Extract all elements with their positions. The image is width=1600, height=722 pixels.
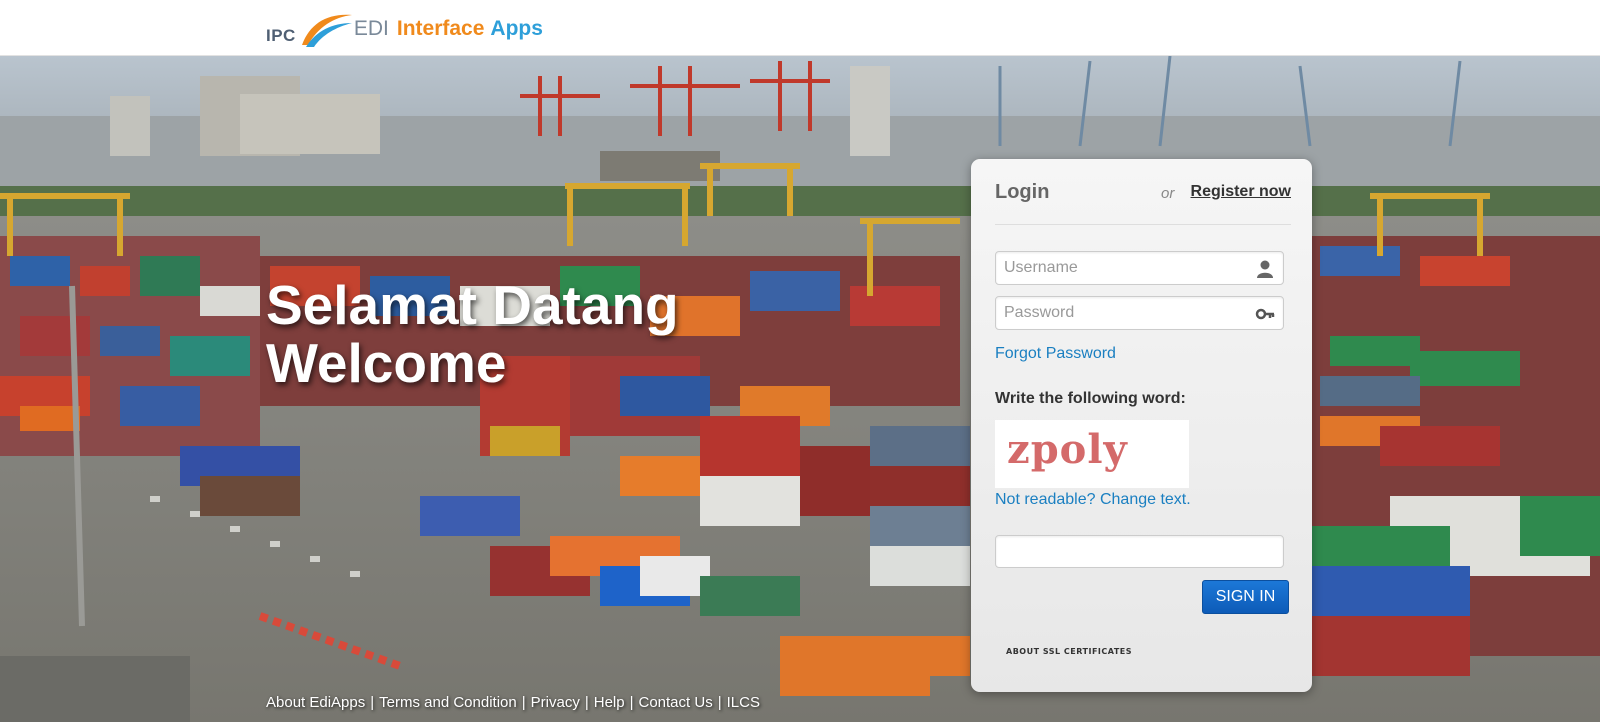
footer-link-privacy[interactable]: Privacy — [531, 694, 580, 711]
login-title: Login — [995, 181, 1050, 203]
footer-links: About EdiApps | Terms and Condition | Privac… — [266, 694, 760, 711]
login-or-text: or — [1161, 185, 1175, 202]
logo-edi-text: EDI — [353, 17, 389, 40]
footer-separator: | — [521, 694, 526, 711]
top-header: IPC EDI Interface Apps — [0, 0, 1600, 56]
footer-link-terms[interactable]: Terms and Condition — [379, 694, 517, 711]
footer-link-contact[interactable]: Contact Us — [639, 694, 713, 711]
footer-separator: | — [717, 694, 722, 711]
logo-apps-text: Apps — [490, 17, 543, 40]
login-header: Login or Register now — [995, 181, 1291, 225]
footer-link-about[interactable]: About EdiApps — [266, 694, 365, 711]
captcha-instruction: Write the following word: — [995, 390, 1186, 407]
password-input[interactable] — [996, 297, 1246, 329]
register-now-link[interactable]: Register now — [1191, 183, 1291, 201]
footer-separator: | — [584, 694, 589, 711]
port-background-image — [0, 56, 1600, 722]
footer-separator: | — [629, 694, 634, 711]
footer-separator: | — [370, 694, 375, 711]
sign-in-button[interactable]: SIGN IN — [1202, 580, 1289, 614]
welcome-line-english: Welcome — [266, 332, 507, 394]
forgot-password-link[interactable]: Forgot Password — [995, 345, 1116, 363]
username-input[interactable] — [996, 252, 1246, 284]
password-field[interactable] — [995, 296, 1284, 330]
ipc-edi-logo[interactable]: IPC EDI Interface Apps — [266, 7, 543, 51]
welcome-line-indonesian: Selamat Datang — [266, 274, 679, 336]
captcha-answer-input[interactable] — [996, 536, 1246, 568]
footer-link-ilcs[interactable]: ILCS — [727, 694, 760, 711]
logo-ipc-text: IPC — [266, 26, 296, 45]
login-panel: Login or Register now Forgot Password Wr… — [971, 159, 1312, 692]
captcha-image: zpoly — [995, 420, 1189, 488]
captcha-answer-field[interactable] — [995, 535, 1284, 568]
captcha-word: zpoly — [1007, 426, 1128, 473]
logo-swoosh-icon — [301, 14, 352, 47]
change-captcha-link[interactable]: Not readable? Change text. — [995, 491, 1191, 509]
username-field[interactable] — [995, 251, 1284, 285]
key-icon — [1255, 308, 1275, 320]
user-icon — [1257, 260, 1273, 278]
ssl-certificates-link[interactable]: ABOUT SSL CERTIFICATES — [1006, 647, 1132, 656]
welcome-heading: Selamat Datang Welcome — [266, 276, 679, 392]
logo-interface-text: Interface — [396, 17, 485, 40]
footer-link-help[interactable]: Help — [594, 694, 625, 711]
container-port-illustration — [0, 56, 1600, 722]
